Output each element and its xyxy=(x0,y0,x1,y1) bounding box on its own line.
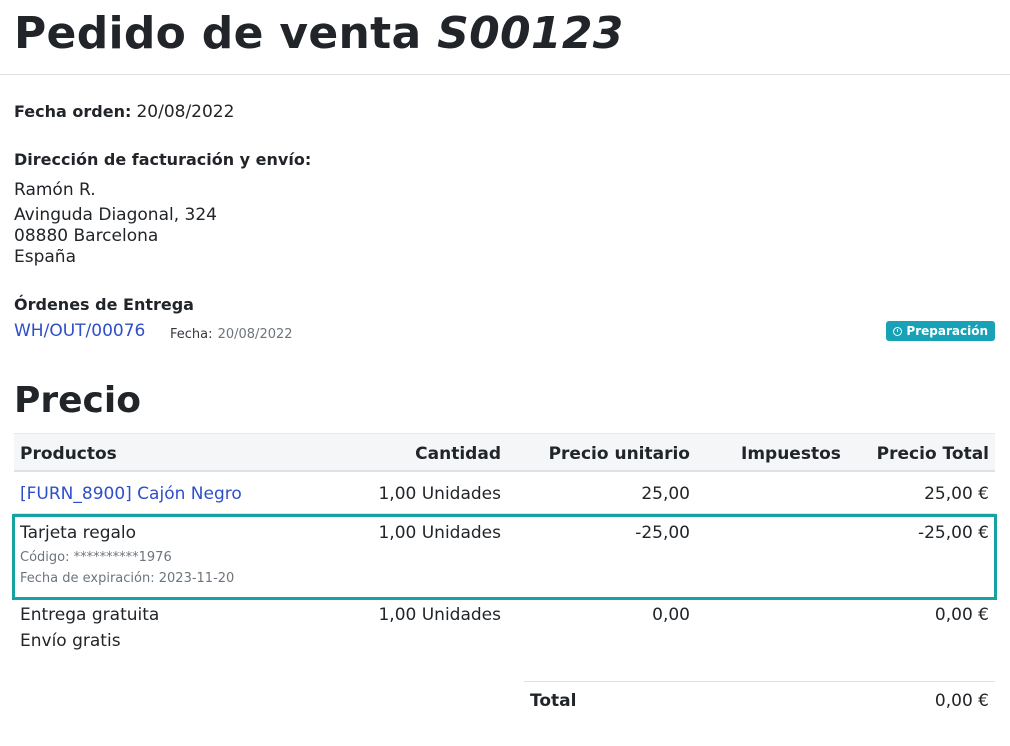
order-date-row: Fecha orden: 20/08/2022 xyxy=(14,102,234,122)
row-unit-price: 25,00 xyxy=(641,484,690,504)
page-title: Pedido de venta S00123 xyxy=(14,8,624,59)
delivery-date: Fecha: 20/08/2022 xyxy=(170,323,293,342)
row-total-price: 25,00 € xyxy=(924,484,989,504)
total-divider xyxy=(524,681,995,682)
row-total-price: 0,00 € xyxy=(934,605,989,625)
column-header-quantity: Cantidad xyxy=(415,444,501,464)
order-date-value: 20/08/2022 xyxy=(136,102,235,122)
price-section-title: Precio xyxy=(14,380,141,421)
delivery-status-text: Preparación xyxy=(906,324,988,338)
delivery-order-link[interactable]: WH/OUT/00076 xyxy=(14,321,145,341)
address-street: Avinguda Diagonal, 324 xyxy=(14,205,217,225)
highlight-box xyxy=(12,514,997,600)
address-country: España xyxy=(14,247,76,267)
row-quantity: 1,00 Unidades xyxy=(378,484,501,504)
total-value: 0,00 € xyxy=(934,691,989,711)
row-quantity: 1,00 Unidades xyxy=(378,605,501,625)
row-unit-price: 0,00 xyxy=(652,605,690,625)
delivery-date-label: Fecha: xyxy=(170,327,213,342)
order-date-label: Fecha orden: xyxy=(14,102,132,121)
column-header-taxes: Impuestos xyxy=(741,444,841,464)
total-label: Total xyxy=(530,691,577,711)
clock-icon xyxy=(893,326,903,336)
row-product-name: Entrega gratuita xyxy=(20,605,160,625)
column-header-unit-price: Precio unitario xyxy=(548,444,690,464)
page-title-prefix: Pedido de venta xyxy=(14,8,422,59)
price-table-header: Productos Cantidad Precio unitario Impue… xyxy=(14,433,995,472)
row-product-description: Envío gratis xyxy=(20,631,121,651)
address-city: 08880 Barcelona xyxy=(14,226,159,246)
product-link[interactable]: [FURN_8900] Cajón Negro xyxy=(20,484,242,504)
order-reference: S00123 xyxy=(437,8,624,59)
delivery-status-badge: Preparación xyxy=(886,321,995,341)
delivery-orders-label: Órdenes de Entrega xyxy=(14,295,194,314)
header-divider xyxy=(0,74,1010,75)
column-header-products: Productos xyxy=(20,444,117,464)
delivery-date-value: 20/08/2022 xyxy=(217,327,293,342)
address-label: Dirección de facturación y envío: xyxy=(14,150,312,169)
column-header-total-price: Precio Total xyxy=(876,444,989,464)
address-name: Ramón R. xyxy=(14,180,96,200)
